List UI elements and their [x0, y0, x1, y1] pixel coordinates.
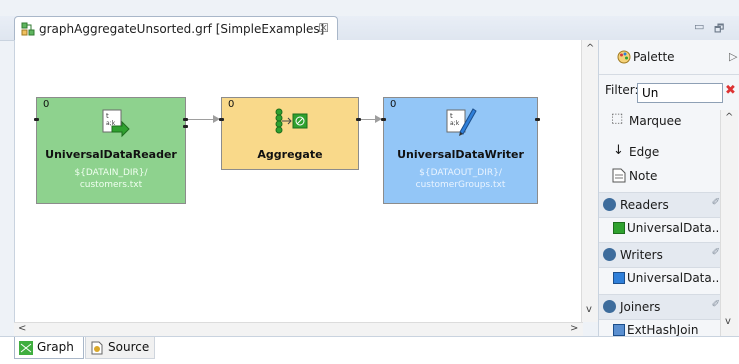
close-icon[interactable]: ☒ — [318, 21, 329, 35]
editor-bottom-tabs: Graph Source — [0, 336, 739, 364]
editor-tab-strip: graphAggregateUnsorted.grf [SimpleExampl… — [0, 16, 739, 41]
palette-drawer-writers[interactable]: Writers ✐ — [599, 242, 734, 268]
palette-item-ext-hash-join[interactable]: ExtHashJoin — [599, 318, 734, 336]
graph-file-icon — [21, 22, 35, 36]
svg-text:a;k: a;k — [450, 120, 460, 127]
palette-item-label: Note — [629, 169, 658, 183]
palette-expand-icon[interactable]: ▷ — [729, 50, 737, 63]
marquee-icon: ⬚ — [611, 111, 624, 126]
reader-icon: t a;k — [102, 109, 130, 138]
clear-filter-icon[interactable]: ✖ — [725, 83, 736, 98]
palette-drawer-readers[interactable]: Readers ✐ — [599, 192, 734, 218]
scroll-up-arrow[interactable]: ^ — [586, 43, 594, 54]
component-file: customerGroups.txt — [415, 180, 506, 190]
drawer-icon — [603, 248, 616, 261]
scroll-down-arrow[interactable]: v — [725, 316, 731, 327]
palette-item-note[interactable]: Note — [599, 164, 734, 188]
note-icon — [612, 168, 626, 183]
scroll-up-arrow[interactable]: ^ — [725, 112, 733, 123]
palette-header: Palette ▷ — [599, 40, 739, 75]
palette-item-label: ExtHashJoin — [627, 323, 699, 336]
component-path: ${DATAOUT_DIR}/ — [419, 168, 502, 178]
input-port[interactable] — [219, 118, 224, 121]
palette-drawer-joiners[interactable]: Joiners ✐ — [599, 294, 734, 320]
palette-filter-row: Filter: ✖ — [599, 78, 736, 103]
palette-panel: Palette ▷ Filter: ✖ ⬚ Marquee ↓ Edge Not… — [598, 40, 739, 336]
component-aggregate[interactable]: 0 Aggregate — [219, 97, 361, 170]
component-title: UniversalDataReader — [45, 148, 177, 161]
canvas-vertical-scrollbar[interactable]: ^ v — [581, 40, 598, 322]
component-index: 0 — [390, 99, 397, 110]
drawer-label: Readers — [620, 198, 669, 212]
scroll-right-arrow[interactable]: > — [570, 323, 578, 334]
component-universal-data-reader[interactable]: 0 t a;k UniversalDataReader ${DATAIN_DIR… — [34, 97, 188, 204]
component-title: UniversalDataWriter — [397, 148, 524, 161]
palette-title: Palette — [633, 50, 675, 64]
edge-reader-aggregate[interactable] — [187, 119, 214, 120]
output-port[interactable] — [183, 125, 188, 128]
output-port[interactable] — [535, 118, 540, 121]
tab-source[interactable]: Source — [85, 337, 155, 359]
drawer-icon — [603, 300, 616, 313]
source-tab-icon — [91, 341, 103, 355]
writer-small-icon — [613, 272, 625, 284]
writer-icon: t a;k — [446, 108, 477, 136]
tab-title: graphAggregateUnsorted.grf [SimpleExampl… — [39, 22, 325, 36]
component-index: 0 — [228, 99, 235, 110]
filter-label: Filter: — [605, 83, 639, 97]
palette-item-label: Edge — [629, 145, 660, 159]
edge-aggregate-writer[interactable] — [360, 119, 376, 120]
minimize-icon[interactable]: ▭ — [694, 20, 704, 33]
output-port[interactable] — [183, 118, 188, 121]
component-file: customers.txt — [79, 180, 143, 190]
aggregate-icon — [275, 108, 308, 134]
svg-text:t: t — [450, 112, 453, 120]
input-port[interactable] — [34, 118, 39, 121]
tab-graph[interactable]: Graph — [14, 337, 84, 359]
palette-item-universal-data-writer[interactable]: UniversalData... — [599, 266, 734, 290]
palette-item-marquee[interactable]: ⬚ Marquee — [599, 109, 734, 133]
pin-icon[interactable]: ✐ — [712, 299, 720, 310]
tab-graph-file[interactable]: graphAggregateUnsorted.grf [SimpleExampl… — [14, 16, 338, 40]
palette-icon — [617, 50, 631, 64]
input-port[interactable] — [381, 118, 386, 121]
restore-icon[interactable]: 🗗 — [714, 20, 724, 39]
component-title: Aggregate — [257, 148, 323, 161]
tab-label: Graph — [37, 340, 74, 354]
reader-small-icon — [613, 222, 625, 234]
pin-icon[interactable]: ✐ — [712, 197, 720, 208]
palette-item-label: Marquee — [629, 114, 682, 128]
palette-item-label: UniversalData... — [627, 221, 724, 235]
drawer-icon — [603, 198, 616, 211]
output-port[interactable] — [356, 118, 361, 121]
scroll-left-arrow[interactable]: < — [18, 323, 26, 334]
pin-icon[interactable]: ✐ — [712, 247, 720, 258]
palette-item-universal-data-reader[interactable]: UniversalData... — [599, 216, 734, 240]
filter-input[interactable] — [637, 83, 723, 103]
joiner-small-icon — [613, 324, 625, 336]
tab-label: Source — [108, 340, 150, 354]
drawer-label: Joiners — [620, 300, 661, 314]
component-path: ${DATAIN_DIR}/ — [74, 168, 148, 178]
palette-item-label: UniversalData... — [627, 271, 724, 285]
canvas-horizontal-scrollbar[interactable]: < > — [14, 322, 583, 337]
svg-text:t: t — [106, 112, 109, 120]
editor-window: graphAggregateUnsorted.grf [SimpleExampl… — [0, 0, 739, 364]
edge-arrow-icon: ↓ — [613, 143, 624, 158]
scroll-down-arrow[interactable]: v — [586, 304, 592, 315]
component-index: 0 — [43, 99, 50, 110]
drawer-label: Writers — [620, 248, 663, 262]
palette-scrollbar[interactable]: ^ v — [720, 110, 738, 336]
palette-item-edge[interactable]: ↓ Edge — [599, 140, 734, 164]
graph-tab-icon — [19, 341, 33, 355]
component-universal-data-writer[interactable]: 0 t a;k UniversalDataWriter ${DATAOUT_DI… — [381, 97, 540, 204]
